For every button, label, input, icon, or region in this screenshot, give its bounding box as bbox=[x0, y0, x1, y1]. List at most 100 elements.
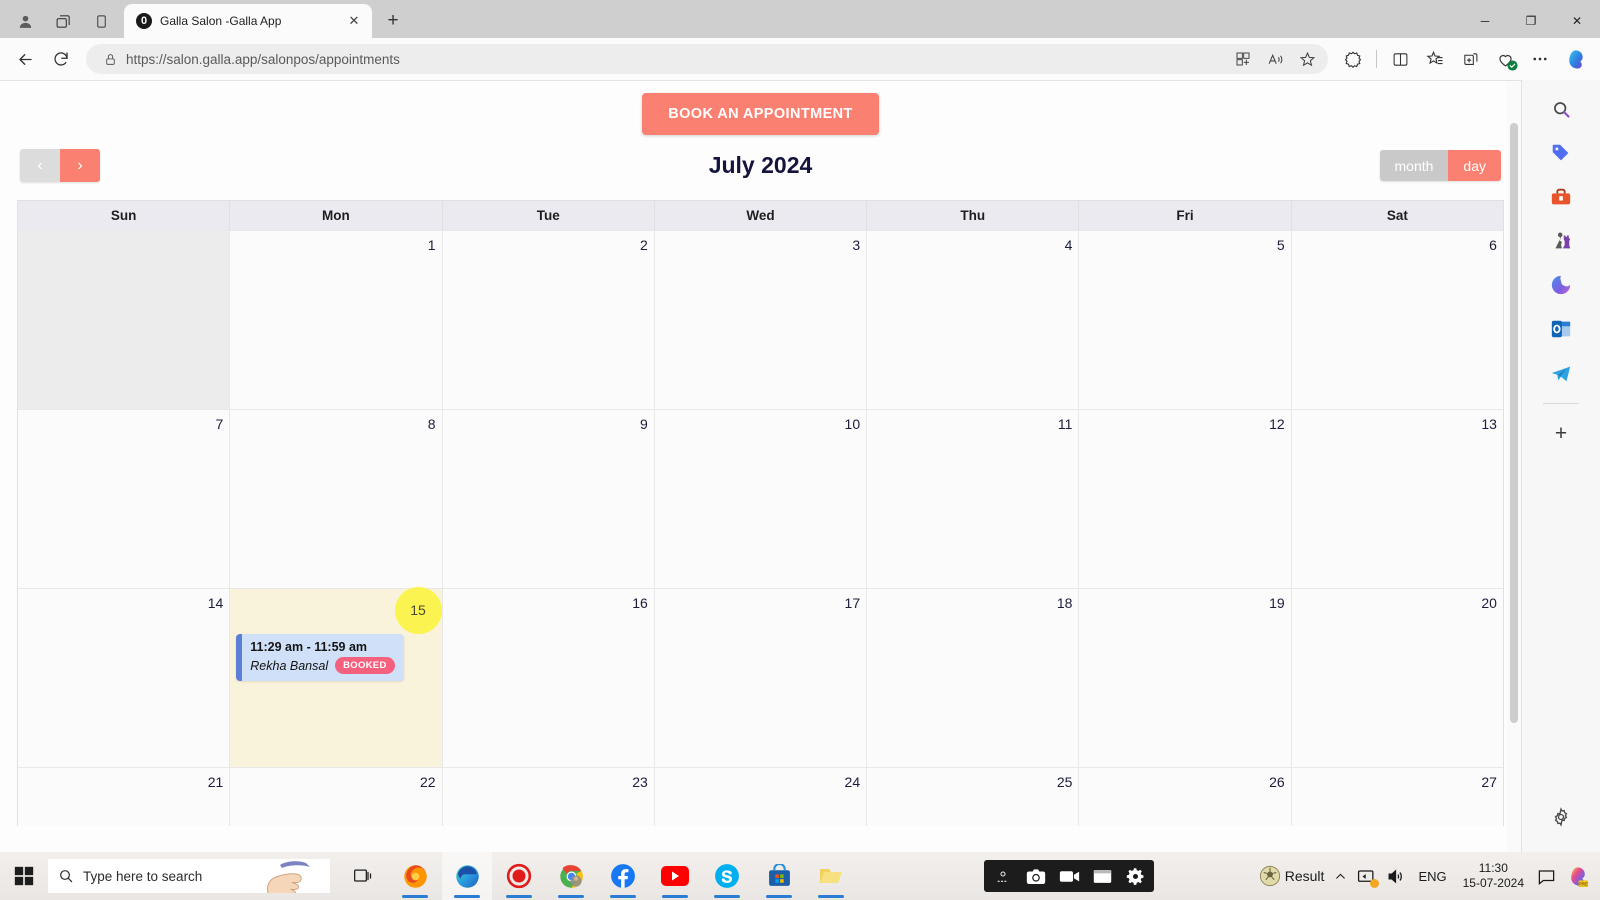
day-cell[interactable]: 25 bbox=[867, 768, 1080, 826]
close-window-button[interactable]: ✕ bbox=[1554, 4, 1600, 38]
day-cell-today[interactable]: 15 11:29 am - 11:59 am Rekha Bansal BOOK… bbox=[230, 587, 443, 767]
day-cell[interactable]: 11 bbox=[867, 410, 1080, 588]
window-icon[interactable] bbox=[1087, 863, 1117, 889]
day-cell[interactable]: 7 bbox=[18, 410, 231, 588]
youtube-icon[interactable] bbox=[650, 852, 700, 900]
chrome-icon[interactable] bbox=[546, 852, 596, 900]
day-cell[interactable]: 6 bbox=[1291, 231, 1503, 409]
browser-tab[interactable]: 0 Galla Salon -Galla App ✕ bbox=[124, 4, 372, 38]
favorites-list-icon[interactable] bbox=[1418, 42, 1452, 76]
collections-icon[interactable] bbox=[1453, 42, 1487, 76]
rec-settings-icon[interactable] bbox=[988, 863, 1018, 889]
tray-expand-chevron[interactable] bbox=[1329, 852, 1352, 900]
weekday-sun: Sun bbox=[18, 201, 231, 230]
search-icon[interactable] bbox=[1542, 90, 1580, 128]
reload-icon[interactable] bbox=[44, 42, 78, 76]
tray-app-result[interactable]: Result bbox=[1254, 852, 1330, 900]
day-cell[interactable]: 5 bbox=[1079, 231, 1292, 409]
outlook-icon[interactable] bbox=[1542, 310, 1580, 348]
firefox-icon[interactable] bbox=[390, 852, 440, 900]
tab-actions-icon[interactable] bbox=[44, 4, 82, 38]
previous-month-button[interactable]: ‹ bbox=[20, 149, 60, 182]
next-month-button[interactable]: › bbox=[60, 149, 100, 182]
new-tab-button[interactable]: + bbox=[378, 6, 408, 36]
profile-icon[interactable] bbox=[6, 4, 44, 38]
gear-icon[interactable] bbox=[1120, 863, 1150, 889]
edge-icon[interactable] bbox=[442, 852, 492, 900]
day-cell[interactable]: 17 bbox=[654, 589, 868, 767]
day-cell[interactable]: 8 bbox=[230, 410, 443, 588]
video-icon[interactable] bbox=[1054, 863, 1084, 889]
volume-icon[interactable] bbox=[1381, 852, 1410, 900]
add-sidebar-app-button[interactable]: + bbox=[1542, 415, 1580, 453]
book-an-appointment-button[interactable]: BOOK AN APPOINTMENT bbox=[642, 93, 879, 135]
day-cell[interactable]: 12 bbox=[1079, 410, 1292, 588]
record-app-icon[interactable] bbox=[494, 852, 544, 900]
facebook-icon[interactable] bbox=[598, 852, 648, 900]
tools-toolbox-icon[interactable] bbox=[1542, 178, 1580, 216]
day-cell[interactable]: 16 bbox=[442, 589, 655, 767]
games-icon[interactable] bbox=[1542, 222, 1580, 260]
day-cell[interactable]: 20 bbox=[1291, 589, 1503, 767]
page-scrollbar[interactable] bbox=[1507, 81, 1521, 852]
skype-icon[interactable] bbox=[702, 852, 752, 900]
windows-taskbar: Type here to search Result ENG 11:30 15-… bbox=[0, 852, 1600, 900]
view-toggle-group: month day bbox=[1379, 150, 1501, 181]
microsoft-store-icon[interactable] bbox=[754, 852, 804, 900]
scrollbar-thumb[interactable] bbox=[1510, 123, 1518, 723]
day-cell[interactable]: 18 bbox=[867, 589, 1080, 767]
settings-more-icon[interactable] bbox=[1523, 42, 1557, 76]
taskbar-search-box[interactable]: Type here to search bbox=[48, 859, 330, 893]
folder-icon[interactable] bbox=[806, 852, 856, 900]
back-icon[interactable] bbox=[8, 42, 42, 76]
health-check-icon[interactable] bbox=[1488, 42, 1522, 76]
clock[interactable]: 11:30 15-07-2024 bbox=[1455, 861, 1532, 891]
camera-icon[interactable] bbox=[1021, 863, 1051, 889]
language-indicator[interactable]: ENG bbox=[1410, 869, 1454, 884]
copilot-icon[interactable] bbox=[1558, 42, 1592, 76]
day-cell[interactable]: 9 bbox=[442, 410, 655, 588]
notifications-icon[interactable] bbox=[1532, 852, 1561, 900]
network-icon[interactable] bbox=[1352, 852, 1381, 900]
day-cell[interactable]: 24 bbox=[654, 768, 868, 826]
day-cell[interactable]: 1 bbox=[230, 231, 443, 409]
day-cell[interactable]: 3 bbox=[654, 231, 868, 409]
day-cell[interactable]: 27 bbox=[1291, 768, 1503, 826]
taskbar-app-list bbox=[338, 852, 856, 900]
copilot-tray-icon[interactable]: PRE bbox=[1561, 852, 1594, 900]
sidebar-settings-icon[interactable] bbox=[1542, 798, 1580, 836]
read-aloud-icon[interactable] bbox=[1260, 46, 1290, 72]
start-button-icon[interactable] bbox=[0, 852, 48, 900]
day-cell[interactable]: 22 bbox=[230, 768, 443, 826]
telegram-icon[interactable] bbox=[1542, 354, 1580, 392]
address-bar[interactable]: https://salon.galla.app/salonpos/appoint… bbox=[86, 44, 1328, 74]
day-cell[interactable]: 14 bbox=[18, 589, 231, 767]
vertical-tabs-icon[interactable] bbox=[82, 4, 120, 38]
minimize-button[interactable]: ─ bbox=[1462, 4, 1508, 38]
day-cell[interactable]: 21 bbox=[18, 768, 231, 826]
task-view-icon[interactable] bbox=[338, 852, 388, 900]
view-month-button[interactable]: month bbox=[1379, 150, 1449, 181]
view-day-button[interactable]: day bbox=[1448, 150, 1501, 181]
favorite-star-icon[interactable] bbox=[1292, 46, 1322, 72]
tray-app-label: Result bbox=[1284, 868, 1325, 884]
day-cell[interactable] bbox=[18, 231, 231, 409]
maximize-button[interactable]: ❐ bbox=[1508, 4, 1554, 38]
day-cell[interactable]: 13 bbox=[1291, 410, 1503, 588]
split-screen-icon[interactable] bbox=[1228, 46, 1258, 72]
browser-essentials-icon[interactable] bbox=[1336, 42, 1370, 76]
day-cell[interactable]: 2 bbox=[442, 231, 655, 409]
close-tab-icon[interactable]: ✕ bbox=[344, 11, 364, 31]
event-body: 11:29 am - 11:59 am Rekha Bansal BOOKED bbox=[242, 634, 402, 681]
day-cell[interactable]: 10 bbox=[654, 410, 868, 588]
appointment-event[interactable]: 11:29 am - 11:59 am Rekha Bansal BOOKED bbox=[236, 634, 405, 681]
day-cell[interactable]: 23 bbox=[442, 768, 655, 826]
weekday-wed: Wed bbox=[655, 201, 868, 230]
weekday-mon: Mon bbox=[230, 201, 443, 230]
day-cell[interactable]: 19 bbox=[1079, 589, 1292, 767]
split-window-icon[interactable] bbox=[1383, 42, 1417, 76]
microsoft-365-icon[interactable] bbox=[1542, 266, 1580, 304]
day-cell[interactable]: 26 bbox=[1079, 768, 1292, 826]
day-cell[interactable]: 4 bbox=[867, 231, 1080, 409]
shopping-tag-icon[interactable] bbox=[1542, 134, 1580, 172]
